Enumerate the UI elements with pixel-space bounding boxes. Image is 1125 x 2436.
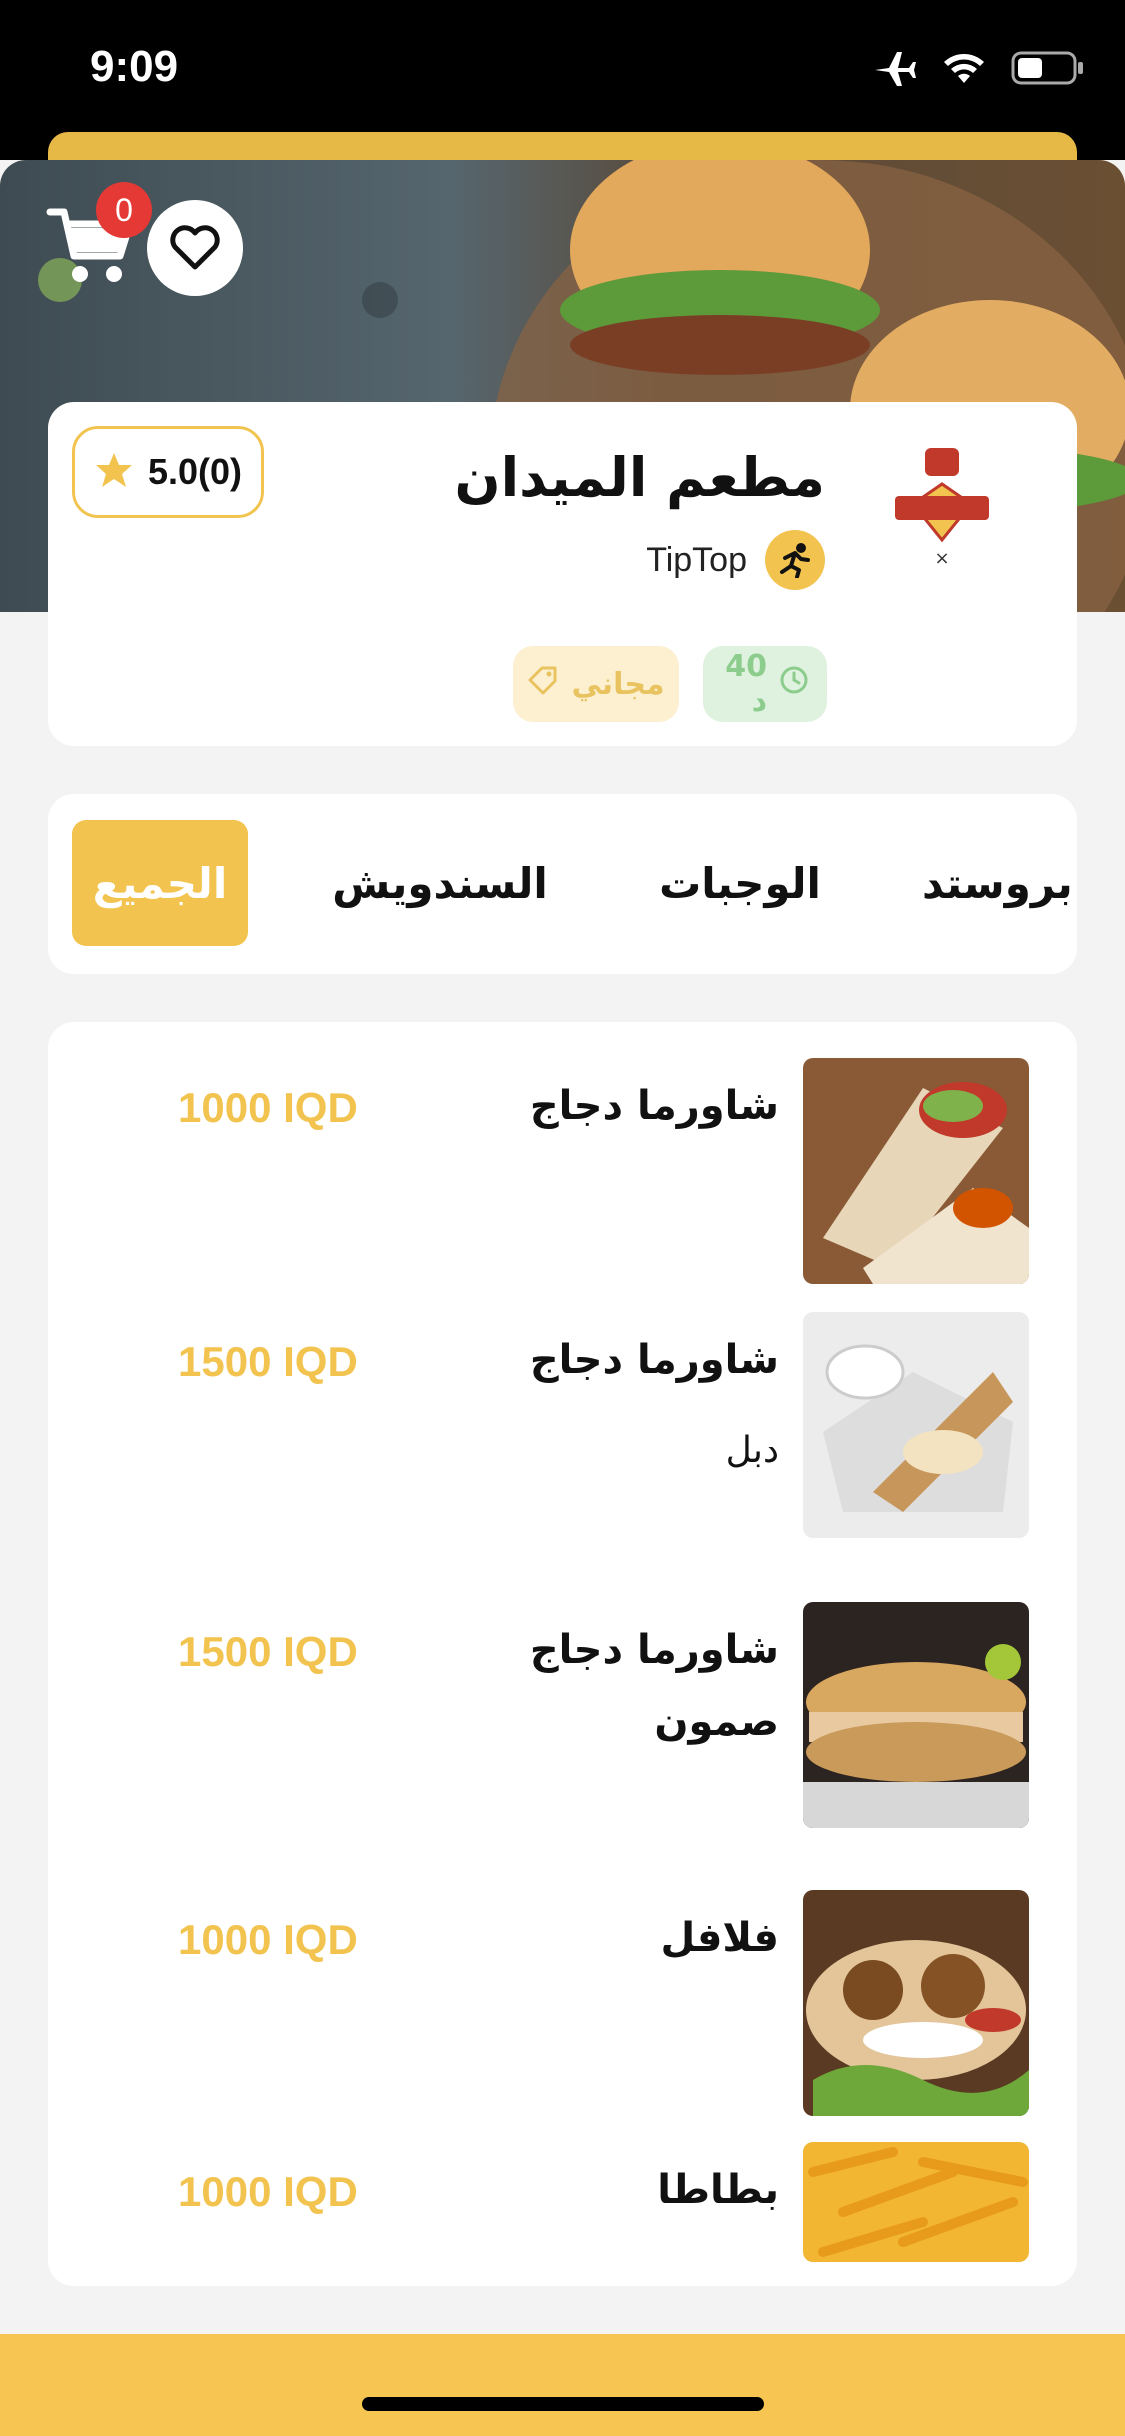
item-name: شاورما دجاج xyxy=(529,1337,779,1383)
fries-image xyxy=(803,2142,1029,2262)
delivery-time-chip: 40 د xyxy=(703,646,827,722)
shawarma-double-image xyxy=(803,1312,1029,1538)
menu-list: شاورما دجاج 1000 IQD شاورما دجاج دبل 150… xyxy=(48,1022,1077,2286)
rating-value: 5.0(0) xyxy=(147,451,243,492)
shawarma-samoon-image xyxy=(803,1602,1029,1828)
restaurant-name: مطعم الميدان xyxy=(454,446,826,509)
restaurant-logo: × xyxy=(887,444,997,574)
menu-item[interactable]: فلافل 1000 IQD xyxy=(48,1890,1077,2116)
item-name: شاورما دجاج xyxy=(529,1083,779,1129)
menu-item[interactable]: بطاطا 1000 IQD xyxy=(48,2142,1077,2262)
tab-all[interactable]: الجميع xyxy=(72,820,248,946)
tab-meals[interactable]: الوجبات xyxy=(659,820,821,946)
star-icon xyxy=(94,450,134,494)
item-name: بطاطا xyxy=(657,2167,779,2213)
heart-icon xyxy=(170,225,220,270)
favorite-button[interactable] xyxy=(147,200,243,296)
menu-item[interactable]: شاورما دجاج صمون 1500 IQD xyxy=(48,1602,1077,1828)
delivery-time-value: 40 د xyxy=(725,649,767,719)
bottom-bar xyxy=(0,2334,1125,2436)
tab-broasted[interactable]: بروستد xyxy=(922,820,1077,946)
item-price: 1000 IQD xyxy=(178,2168,358,2215)
item-price: 1500 IQD xyxy=(178,1338,358,1385)
shawarma-wrap-image xyxy=(803,1058,1029,1284)
item-price: 1000 IQD xyxy=(178,1084,358,1131)
delivery-fee-value: مجاني xyxy=(571,666,665,702)
clock-icon xyxy=(779,665,809,703)
item-name: فلافل xyxy=(660,1915,779,1961)
menu-item[interactable]: شاورما دجاج 1000 IQD xyxy=(48,1058,1077,1284)
svg-text:×: × xyxy=(934,548,949,569)
cart-count-badge: 0 xyxy=(96,182,152,238)
restaurant-info-card: 5.0(0) مطعم الميدان × TipTop 40 د مجاني xyxy=(48,402,1077,746)
item-price: 1000 IQD xyxy=(178,1916,358,1963)
menu-item[interactable]: شاورما دجاج دبل 1500 IQD xyxy=(48,1312,1077,1538)
wifi-icon xyxy=(943,51,985,89)
tag-icon xyxy=(527,664,559,704)
rating-badge[interactable]: 5.0(0) xyxy=(72,426,264,518)
home-indicator[interactable] xyxy=(362,2397,764,2411)
battery-icon xyxy=(1011,50,1085,90)
status-icons xyxy=(871,48,1085,92)
airplane-icon xyxy=(871,48,917,92)
delivery-partner: TipTop xyxy=(646,530,825,590)
item-description: دبل xyxy=(725,1430,779,1471)
delivery-fee-chip: مجاني xyxy=(513,646,679,722)
falafel-image xyxy=(803,1890,1029,2116)
status-time: 9:09 xyxy=(90,42,179,91)
category-tabs: الجميع السندويش الوجبات بروستد xyxy=(48,794,1077,974)
runner-icon xyxy=(765,530,825,590)
item-price: 1500 IQD xyxy=(178,1628,358,1675)
delivery-partner-name: TipTop xyxy=(646,540,747,579)
item-name: شاورما دجاج صمون xyxy=(529,1627,779,1745)
tab-sandwiches[interactable]: السندويش xyxy=(330,820,550,946)
